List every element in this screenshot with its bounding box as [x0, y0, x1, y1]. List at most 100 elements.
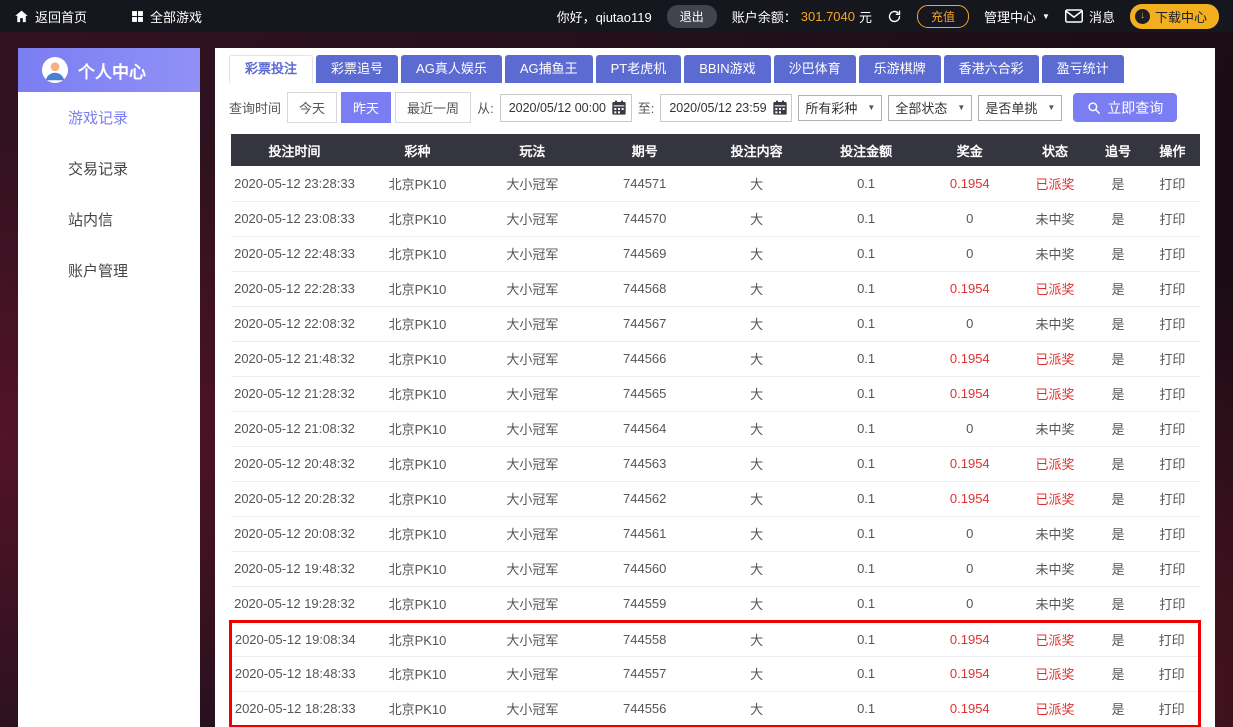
cell-content: 大	[701, 586, 812, 622]
all-games-link[interactable]: 全部游戏	[131, 7, 202, 26]
cell-chase: 是	[1090, 586, 1146, 622]
cell-amount: 0.1	[811, 236, 921, 272]
tab[interactable]: AG捕鱼王	[504, 55, 593, 83]
cell-action[interactable]: 打印	[1145, 306, 1200, 342]
from-date-input[interactable]: 2020/05/12 00:00	[499, 93, 632, 122]
range-button[interactable]: 今天	[287, 92, 338, 123]
cell-action[interactable]: 打印	[1145, 446, 1200, 482]
cell-action[interactable]: 打印	[1145, 201, 1200, 237]
admin-center-dropdown[interactable]: 管理中心 ▼	[984, 7, 1050, 26]
recharge-button[interactable]: 充值	[917, 4, 970, 28]
logout-button[interactable]: 退出	[666, 4, 717, 28]
cell-action[interactable]: 打印	[1145, 481, 1200, 517]
range-button[interactable]: 昨天	[341, 92, 392, 123]
cell-status: 未中奖	[1019, 551, 1091, 587]
status-select[interactable]: 全部状态 ▼	[888, 94, 973, 121]
table-row: 2020-05-12 21:28:32 北京PK10 大小冠军 744565 大 0.1 0…	[230, 376, 1200, 412]
admin-center-label: 管理中心	[984, 9, 1037, 25]
envelope-icon	[1064, 9, 1083, 23]
range-button[interactable]: 最近一周	[395, 92, 472, 123]
cell-lottery: 北京PK10	[358, 446, 477, 482]
cell-action[interactable]: 打印	[1145, 411, 1200, 447]
cell-prize: 0	[920, 516, 1020, 552]
messages-link[interactable]: 消息	[1064, 7, 1115, 26]
cell-lottery: 北京PK10	[358, 656, 477, 692]
cell-action[interactable]: 打印	[1145, 691, 1202, 727]
cell-content: 大	[701, 619, 812, 657]
cell-issue: 744561	[588, 516, 702, 552]
table-row: 2020-05-12 18:48:33 北京PK10 大小冠军 744557 大 0.1 0…	[229, 656, 1202, 692]
single-pick-select[interactable]: 是否单挑 ▼	[978, 94, 1063, 121]
cell-chase: 是	[1090, 376, 1146, 412]
tab[interactable]: 沙巴体育	[773, 55, 856, 83]
cell-action[interactable]: 打印	[1145, 376, 1200, 412]
tab[interactable]: BBIN游戏	[684, 55, 771, 83]
chevron-down-icon: ▼	[867, 103, 876, 112]
table-row: 2020-05-12 23:08:33 北京PK10 大小冠军 744570 大 0.1 0…	[230, 201, 1200, 237]
table-row: 2020-05-12 22:28:33 北京PK10 大小冠军 744568 大 0.1 0…	[230, 271, 1200, 307]
cell-prize: 0	[920, 236, 1020, 272]
cell-action[interactable]: 打印	[1145, 551, 1200, 587]
tab[interactable]: AG真人娱乐	[401, 55, 502, 83]
to-date-input[interactable]: 2020/05/12 23:59	[660, 93, 793, 122]
cell-action[interactable]: 打印	[1145, 586, 1200, 622]
query-button-label: 立即查询	[1107, 99, 1164, 116]
tab[interactable]: 彩票投注	[229, 55, 314, 83]
balance-value: 301.7040	[800, 8, 855, 24]
cell-status: 已派奖	[1019, 271, 1091, 307]
cell-action[interactable]: 打印	[1145, 271, 1200, 307]
cell-chase: 是	[1090, 619, 1146, 657]
tab[interactable]: PT老虎机	[595, 55, 682, 83]
cell-amount: 0.1	[811, 166, 921, 202]
cell-chase: 是	[1090, 691, 1146, 727]
cell-play: 大小冠军	[476, 376, 589, 412]
cell-play: 大小冠军	[476, 306, 589, 342]
cell-amount: 0.1	[811, 376, 921, 412]
cell-action[interactable]: 打印	[1145, 619, 1202, 657]
download-center-button[interactable]: ↓ 下载中心	[1129, 3, 1219, 29]
bet-table: 投注时间 彩种 玩法 期号 投注内容 投注金额 奖金 状态 追号 操作 2020-05-12 23…	[229, 134, 1202, 727]
cell-chase: 是	[1090, 516, 1146, 552]
cell-status: 未中奖	[1019, 586, 1091, 622]
sidebar-item[interactable]: 站内信	[18, 194, 200, 245]
sidebar-item[interactable]: 账户管理	[18, 245, 200, 296]
table-row: 2020-05-12 20:48:32 北京PK10 大小冠军 744563 大 0.1 0…	[230, 446, 1200, 482]
cell-content: 大	[701, 551, 812, 587]
cell-chase: 是	[1090, 551, 1146, 587]
sidebar-item[interactable]: 游戏记录	[18, 92, 200, 143]
cell-time: 2020-05-12 22:48:33	[230, 236, 359, 272]
greeting: 你好，qiutao119	[556, 9, 652, 25]
home-link[interactable]: 返回首页	[14, 7, 87, 26]
cell-status: 未中奖	[1019, 201, 1091, 237]
table-row: 2020-05-12 19:08:34 北京PK10 大小冠军 744558 大 0.1 0…	[229, 619, 1202, 657]
cell-status: 已派奖	[1019, 341, 1091, 377]
quick-ranges: 今天 昨天 最近一周	[287, 92, 472, 123]
cell-time: 2020-05-12 18:48:33	[229, 656, 359, 692]
table-row: 2020-05-12 20:28:32 北京PK10 大小冠军 744562 大 0.1 0…	[230, 481, 1200, 517]
cell-time: 2020-05-12 23:08:33	[230, 201, 359, 237]
tab[interactable]: 彩票追号	[316, 55, 399, 83]
tab[interactable]: 盈亏统计	[1041, 55, 1124, 83]
cell-action[interactable]: 打印	[1145, 166, 1200, 202]
tab[interactable]: 香港六合彩	[943, 55, 1039, 83]
cell-action[interactable]: 打印	[1145, 516, 1200, 552]
refresh-icon[interactable]	[887, 9, 902, 24]
cell-content: 大	[701, 236, 812, 272]
lottery-type-select[interactable]: 所有彩种 ▼	[798, 94, 883, 121]
cell-content: 大	[701, 166, 812, 202]
calendar-icon[interactable]	[611, 100, 627, 116]
tab[interactable]: 乐游棋牌	[858, 55, 941, 83]
cell-action[interactable]: 打印	[1145, 341, 1200, 377]
query-button[interactable]: 立即查询	[1073, 93, 1178, 122]
cell-prize: 0	[920, 586, 1020, 622]
calendar-icon[interactable]	[772, 100, 788, 116]
cell-action[interactable]: 打印	[1145, 236, 1200, 272]
sidebar-item[interactable]: 交易记录	[18, 143, 200, 194]
cell-content: 大	[701, 306, 812, 342]
table-row: 2020-05-12 21:48:32 北京PK10 大小冠军 744566 大 0.1 0…	[230, 341, 1200, 377]
topbar-left: 返回首页 全部游戏	[14, 7, 202, 26]
cell-lottery: 北京PK10	[358, 376, 477, 412]
cell-prize: 0	[920, 201, 1020, 237]
cell-time: 2020-05-12 20:08:32	[230, 516, 359, 552]
cell-action[interactable]: 打印	[1145, 656, 1202, 692]
